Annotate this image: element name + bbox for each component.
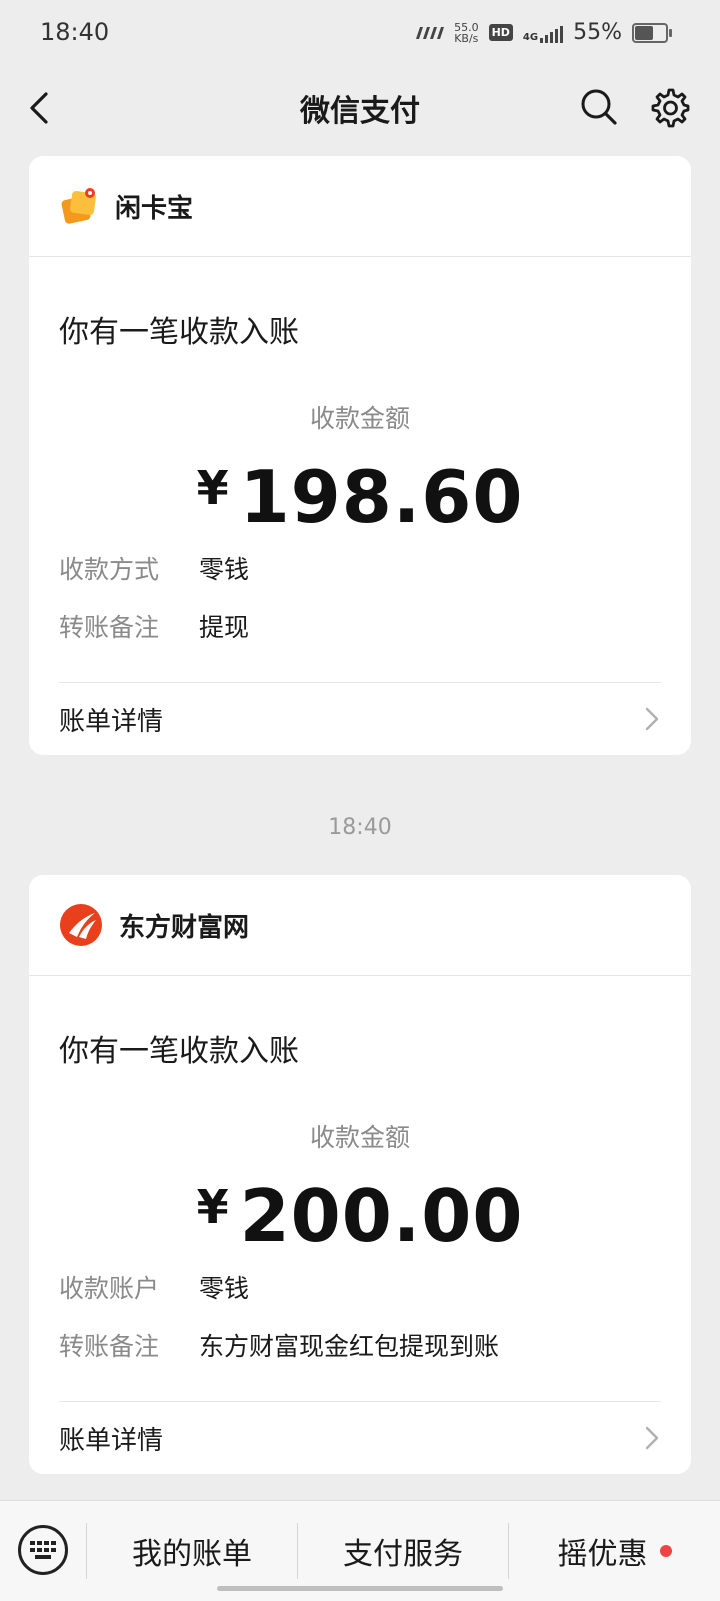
- merchant-name: 闲卡宝: [115, 193, 194, 224]
- signal-strength-icon: [416, 26, 445, 39]
- payment-notification-card: 闲卡宝 你有一笔收款入账 收款金额 ¥198.60 收款方式 零钱 转账备注 提…: [29, 156, 691, 755]
- amount-value: ¥200.00: [196, 1174, 524, 1258]
- notification-title: 你有一笔收款入账: [59, 315, 299, 350]
- currency-symbol: ¥: [196, 1180, 230, 1234]
- battery-icon: [632, 22, 672, 43]
- info-row: 转账备注 东方财富现金红包提现到账: [59, 1332, 500, 1361]
- home-indicator[interactable]: [217, 1586, 503, 1591]
- chevron-right-icon: [645, 707, 659, 731]
- amount-label: 收款金额: [309, 404, 410, 433]
- amount-value: ¥198.60: [196, 455, 524, 539]
- cellular-indicator: 4G: [522, 23, 564, 43]
- notification-title: 你有一笔收款入账: [59, 1034, 299, 1069]
- tab-shake-offers-label: 摇优惠: [557, 1537, 648, 1572]
- notification-dot: [659, 1545, 672, 1557]
- hd-badge: HD: [488, 24, 513, 41]
- keyboard-toggle-button[interactable]: [18, 1525, 68, 1575]
- tab-shake-offers[interactable]: 摇优惠: [509, 1501, 720, 1601]
- status-icons: 55.0 KB/s HD 4G 55%: [414, 20, 672, 45]
- status-time: 18:40: [40, 18, 110, 46]
- bill-details-link[interactable]: 账单详情: [59, 1401, 661, 1474]
- nav-bar: 微信支付: [0, 68, 720, 154]
- merchant-name: 东方财富网: [119, 912, 250, 943]
- chevron-right-icon: [645, 1426, 659, 1450]
- card-header[interactable]: 东方财富网: [29, 875, 691, 976]
- card-header[interactable]: 闲卡宝: [29, 156, 691, 257]
- signal-bars-icon: [540, 23, 564, 43]
- network-type: 4G: [522, 31, 539, 43]
- battery-percent: 55%: [573, 20, 622, 45]
- gear-icon[interactable]: [648, 86, 690, 128]
- bill-details-link[interactable]: 账单详情: [59, 682, 661, 755]
- xianka-bao-logo-icon: [61, 188, 96, 224]
- bottom-menu-bar: 我的账单 支付服务 摇优惠: [0, 1500, 720, 1601]
- bill-details-label: 账单详情: [59, 706, 164, 737]
- bill-details-label: 账单详情: [59, 1425, 164, 1456]
- eastmoney-logo-icon: [60, 904, 102, 946]
- payment-notification-card: 东方财富网 你有一笔收款入账 收款金额 ¥200.00 收款账户 零钱 转账备注…: [29, 875, 691, 1474]
- search-icon[interactable]: [578, 86, 618, 126]
- currency-symbol: ¥: [196, 461, 230, 515]
- info-row: 收款账户 零钱: [59, 1274, 250, 1303]
- message-timestamp: 18:40: [328, 815, 392, 840]
- status-bar: 18:40 55.0 KB/s HD 4G 55%: [0, 0, 720, 68]
- info-row: 转账备注 提现: [59, 613, 250, 642]
- info-row: 收款方式 零钱: [59, 555, 250, 584]
- network-speed: 55.0 KB/s: [454, 20, 479, 45]
- amount-label: 收款金额: [309, 1123, 410, 1152]
- keyboard-icon: [30, 1541, 56, 1559]
